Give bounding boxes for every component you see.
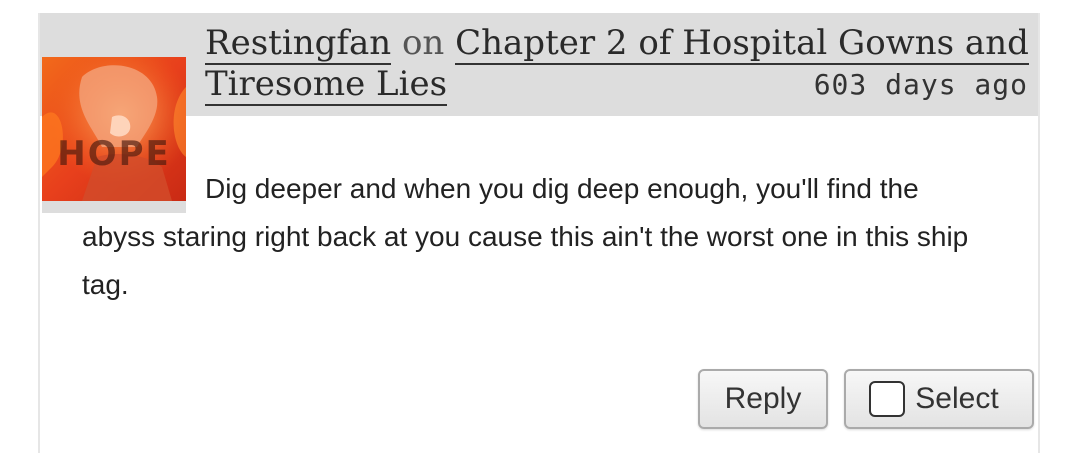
select-button-label: Select <box>915 382 999 415</box>
select-checkbox[interactable] <box>869 381 906 417</box>
reply-button[interactable]: Reply <box>698 369 828 429</box>
select-button[interactable]: Select <box>844 369 1034 429</box>
comment-card: HOPE Restingfan on Chapter 2 of Hospital… <box>38 13 1040 453</box>
author-link[interactable]: Restingfan <box>205 23 392 65</box>
reply-button-label: Reply <box>724 382 802 415</box>
comment-timestamp: 603 days ago <box>813 68 1028 101</box>
comment-body: Dig deeper and when you dig deep enough,… <box>82 173 969 300</box>
heading-connector: on <box>401 23 445 63</box>
